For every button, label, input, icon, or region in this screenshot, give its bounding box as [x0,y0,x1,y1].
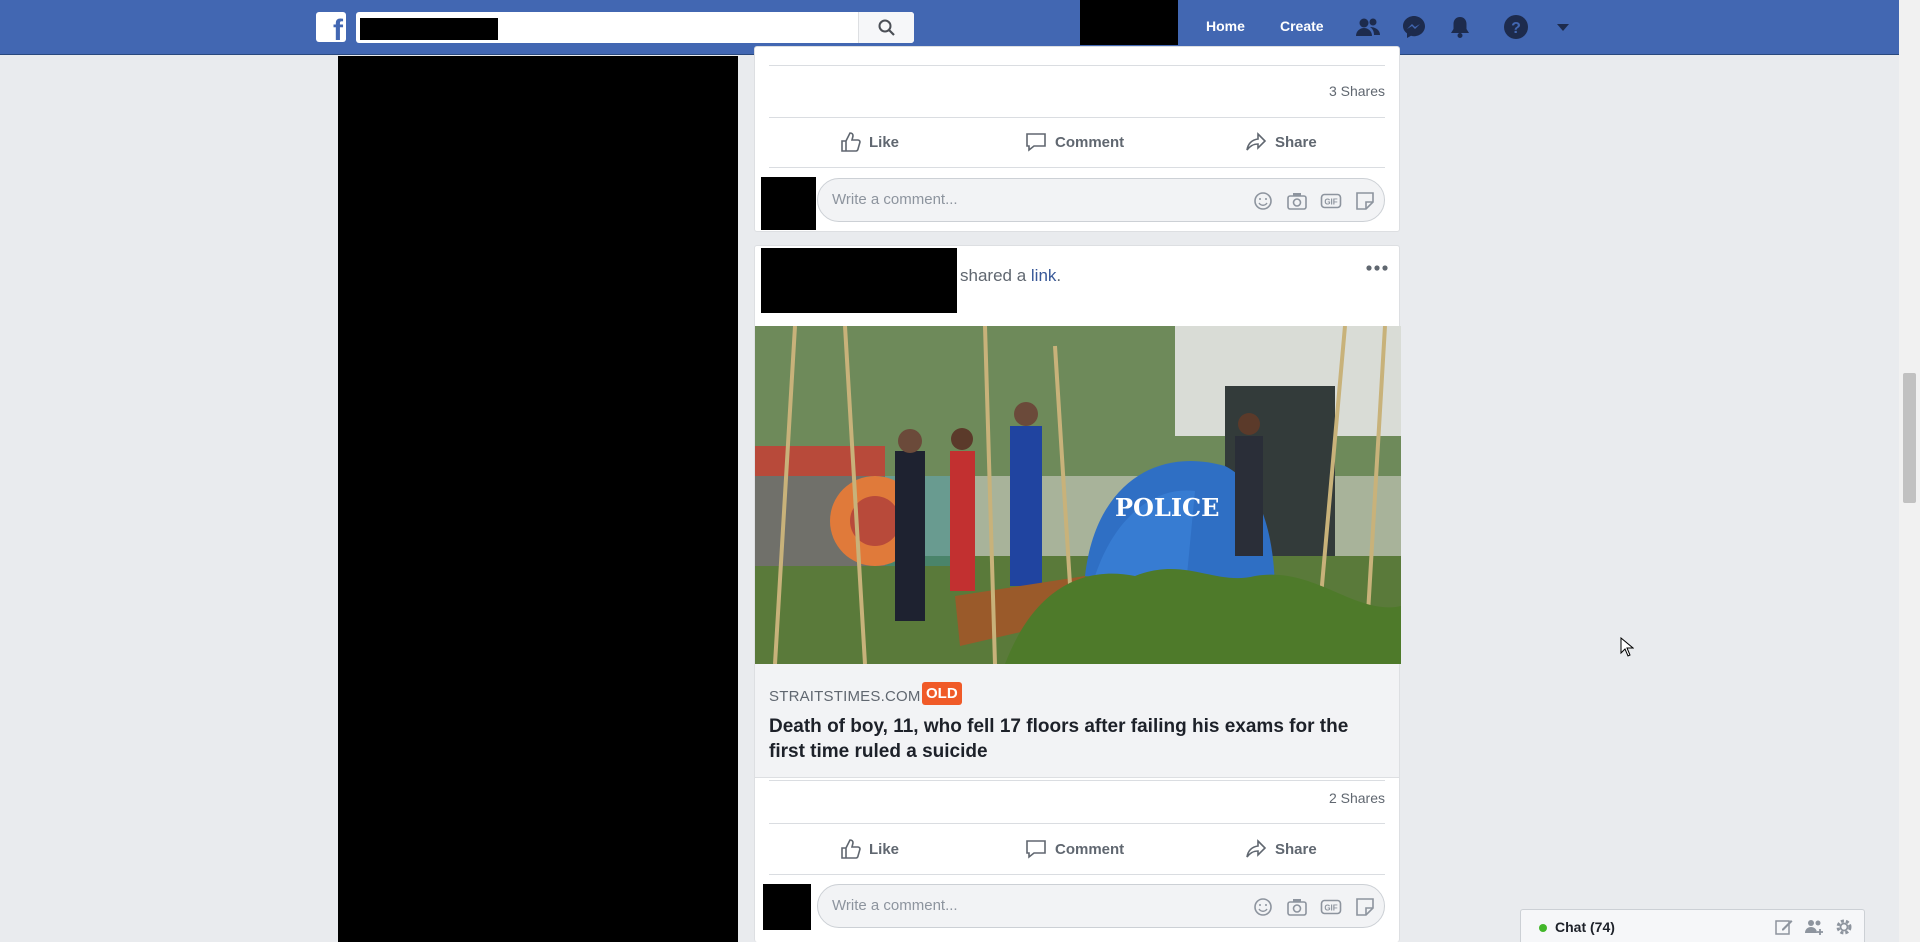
divider [769,117,1385,118]
emoji-icon[interactable] [1252,896,1274,918]
mouse-cursor-icon [1620,637,1634,657]
redacted-author[interactable] [761,248,957,313]
emoji-icon[interactable] [1252,190,1274,212]
shares-count[interactable]: 2 Shares [1329,790,1385,806]
home-link[interactable]: Home [1206,18,1245,34]
sticker-icon[interactable] [1354,896,1376,918]
like-button[interactable]: Like [839,837,899,861]
link-domain: STRAITSTIMES.COM [769,688,921,705]
redacted-search-text [360,18,498,40]
comment-button[interactable]: Comment [1025,130,1124,154]
scrollbar-thumb[interactable] [1903,373,1916,503]
old-news-badge: OLD [922,682,962,705]
share-label: Share [1275,840,1317,858]
like-label: Like [869,133,900,151]
svg-text:GIF: GIF [1324,904,1337,913]
post-action-text: shared a [960,266,1031,285]
search-icon [878,19,895,36]
svg-text:?: ? [1511,20,1521,37]
thumbs-up-icon [841,839,861,859]
divider [769,874,1385,875]
share-label: Share [1275,133,1317,151]
comment-placeholder: Write a comment... [832,191,958,208]
camera-icon[interactable] [1286,190,1308,212]
post-header-text: shared a link. [960,266,1061,286]
share-button[interactable]: Share [1245,837,1317,861]
gif-icon[interactable]: GIF [1320,896,1342,918]
notifications-bell-icon[interactable] [1447,14,1473,40]
svg-text:GIF: GIF [1324,198,1337,207]
new-message-icon[interactable] [1774,917,1794,937]
comment-bubble-icon [1026,133,1046,152]
shared-link-text[interactable]: link [1031,266,1057,285]
comment-button[interactable]: Comment [1025,837,1124,861]
post-action-suffix: . [1056,266,1062,285]
comment-label: Comment [1055,133,1125,151]
redacted-left-column [338,56,738,942]
comment-label: Comment [1055,840,1125,858]
camera-icon[interactable] [1286,896,1308,918]
share-button[interactable]: Share [1245,130,1317,154]
divider [769,823,1385,824]
comment-bubble-icon [1026,840,1046,859]
redacted-profile-link[interactable] [1080,0,1178,45]
link-preview-details[interactable]: STRAITSTIMES.COM OLD Death of boy, 11, w… [755,664,1399,778]
shares-count[interactable]: 3 Shares [1329,83,1385,99]
like-label: Like [869,840,900,858]
comment-input[interactable]: Write a comment... GIF [817,884,1385,928]
feed-post-previous: 3 Shares Like Comment Share Write a comm… [754,46,1400,232]
chat-tools [1774,917,1854,937]
redacted-avatar [763,884,811,930]
comment-tools: GIF [1252,190,1376,212]
sticker-icon[interactable] [1354,190,1376,212]
account-menu-caret-icon[interactable] [1550,14,1576,40]
online-status-dot [1539,924,1547,932]
page-scrollbar[interactable] [1899,0,1920,942]
chat-sidebar-bar[interactable]: Chat (74) [1520,909,1865,942]
chat-label: Chat (74) [1555,919,1615,935]
create-link[interactable]: Create [1280,18,1324,34]
search-input[interactable] [356,12,914,43]
facebook-logo-icon[interactable]: f [316,12,346,42]
help-icon[interactable]: ? [1503,14,1529,40]
messenger-icon[interactable] [1401,14,1427,40]
more-options-icon[interactable] [1365,260,1389,276]
create-group-icon[interactable] [1804,917,1824,937]
friend-requests-icon[interactable] [1355,14,1381,40]
link-headline[interactable]: Death of boy, 11, who fell 17 floors aft… [769,714,1389,764]
comment-placeholder: Write a comment... [832,897,958,914]
share-arrow-icon [1246,132,1267,151]
share-arrow-icon [1246,839,1267,858]
divider [769,167,1385,168]
thumbs-up-icon [841,132,861,152]
police-tent-text: POLICE [1115,493,1219,522]
search-button[interactable] [858,12,914,43]
comment-input[interactable]: Write a comment... GIF [817,178,1385,222]
chat-settings-gear-icon[interactable] [1834,917,1854,937]
like-button[interactable]: Like [839,130,899,154]
link-preview-image[interactable]: POLICE [755,326,1401,664]
redacted-avatar [761,177,816,230]
divider [769,780,1385,781]
gif-icon[interactable]: GIF [1320,190,1342,212]
divider [769,65,1385,66]
comment-tools: GIF [1252,896,1376,918]
feed-post-shared-link: shared a link. POLICE STRAITSTIMES.COM O… [754,245,1401,942]
